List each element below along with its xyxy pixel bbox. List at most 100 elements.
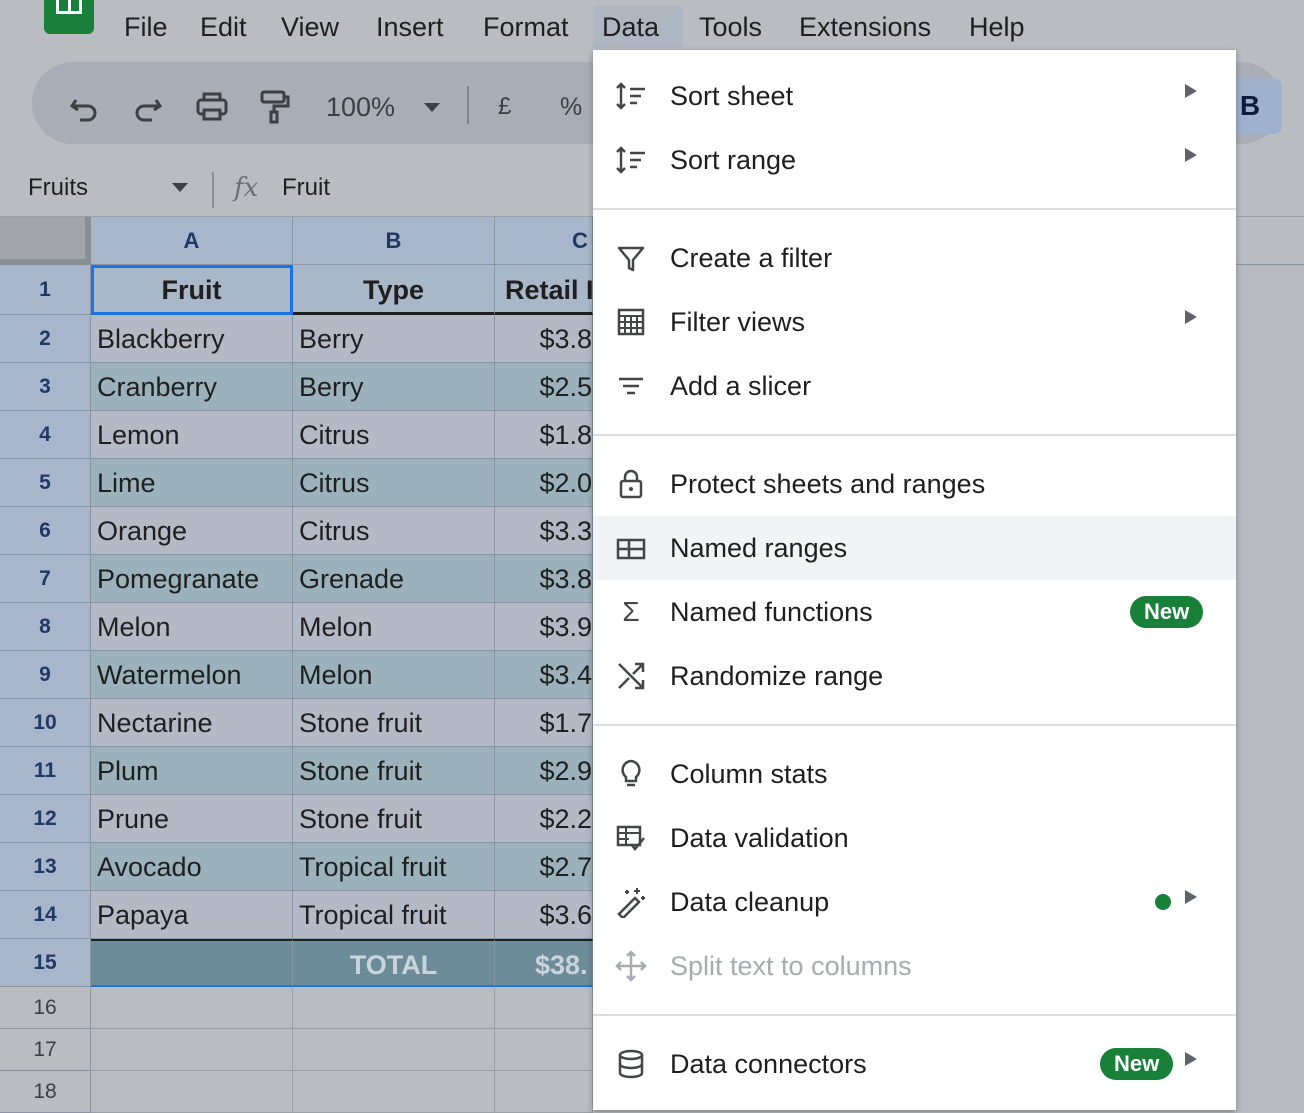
cell-a14[interactable]: Papaya [91,891,293,939]
cell-b5[interactable]: Citrus [293,459,495,507]
formula-input[interactable]: Fruit [282,172,330,204]
menu-item-sort-range[interactable]: Sort range [593,128,1236,192]
empty-cell[interactable] [293,1029,495,1071]
cell-a2[interactable]: Blackberry [91,315,293,363]
row-header[interactable]: 14 [0,891,91,939]
column-header-b[interactable]: B [293,217,495,265]
empty-cell[interactable] [495,1029,593,1071]
menu-data[interactable]: Data [593,6,683,48]
cell-c10[interactable]: $1.7 [495,699,593,747]
cell-b13[interactable]: Tropical fruit [293,843,495,891]
cell-c14[interactable]: $3.6 [495,891,593,939]
cell-b14[interactable]: Tropical fruit [293,891,495,939]
row-header[interactable]: 18 [0,1071,91,1113]
empty-cell[interactable] [293,1071,495,1113]
cell-b7[interactable]: Grenade [293,555,495,603]
row-header[interactable]: 9 [0,651,91,699]
cell-c13[interactable]: $2.7 [495,843,593,891]
cell-c12[interactable]: $2.2 [495,795,593,843]
row-header[interactable]: 1 [0,265,91,315]
cell-b9[interactable]: Melon [293,651,495,699]
cell-b4[interactable]: Citrus [293,411,495,459]
menu-extensions[interactable]: Extensions [790,6,940,48]
cell-a6[interactable]: Orange [91,507,293,555]
redo-icon[interactable] [128,86,168,126]
select-all-corner[interactable] [0,217,91,265]
cell-a8[interactable]: Melon [91,603,293,651]
row-header[interactable]: 10 [0,699,91,747]
row-header[interactable]: 17 [0,1029,91,1071]
cell-b12[interactable]: Stone fruit [293,795,495,843]
cell-b10[interactable]: Stone fruit [293,699,495,747]
menu-item-named-functions[interactable]: Σ Named functions New [593,580,1236,644]
column-header-blank[interactable] [1236,217,1304,265]
menu-item-named-ranges[interactable]: Named ranges [593,516,1236,580]
cell-c11[interactable]: $2.9 [495,747,593,795]
undo-icon[interactable] [64,86,104,126]
cell-c1[interactable]: Retail I [495,265,593,315]
cell-a4[interactable]: Lemon [91,411,293,459]
cell-c4[interactable]: $1.8 [495,411,593,459]
menu-item-sort-sheet[interactable]: Sort sheet [593,64,1236,128]
cell-a15[interactable] [91,939,293,987]
row-header[interactable]: 16 [0,987,91,1029]
cell-c9[interactable]: $3.4 [495,651,593,699]
menu-item-create-filter[interactable]: Create a filter [593,226,1236,290]
cell-b8[interactable]: Melon [293,603,495,651]
cell-a12[interactable]: Prune [91,795,293,843]
currency-format-button[interactable]: £ [498,88,511,126]
menu-tools[interactable]: Tools [690,6,771,48]
cell-c6[interactable]: $3.3 [495,507,593,555]
cell-a1[interactable]: Fruit [91,265,293,315]
menu-view[interactable]: View [272,6,348,48]
menu-item-data-validation[interactable]: Data validation [593,806,1236,870]
cell-b11[interactable]: Stone fruit [293,747,495,795]
empty-cell[interactable] [293,987,495,1029]
cell-b1[interactable]: Type [293,265,495,315]
cell-c2[interactable]: $3.8 [495,315,593,363]
cell-b15[interactable]: TOTAL [293,939,495,987]
menu-item-data-connectors[interactable]: Data connectors New [593,1032,1236,1096]
row-header[interactable]: 5 [0,459,91,507]
row-header[interactable]: 2 [0,315,91,363]
row-header[interactable]: 3 [0,363,91,411]
cell-b3[interactable]: Berry [293,363,495,411]
zoom-level[interactable]: 100% [326,88,395,126]
menu-item-filter-views[interactable]: Filter views [593,290,1236,354]
empty-cell[interactable] [495,1071,593,1113]
row-header[interactable]: 15 [0,939,91,987]
menu-insert[interactable]: Insert [367,6,453,48]
cell-a7[interactable]: Pomegranate [91,555,293,603]
cell-c8[interactable]: $3.9 [495,603,593,651]
row-header[interactable]: 13 [0,843,91,891]
menu-edit[interactable]: Edit [191,6,256,48]
empty-cell[interactable] [91,1071,293,1113]
menu-item-randomize-range[interactable]: Randomize range [593,644,1236,708]
menu-format[interactable]: Format [474,6,578,48]
row-header[interactable]: 4 [0,411,91,459]
cell-a13[interactable]: Avocado [91,843,293,891]
row-header[interactable]: 12 [0,795,91,843]
menu-item-add-slicer[interactable]: Add a slicer [593,354,1236,418]
cell-c7[interactable]: $3.8 [495,555,593,603]
name-box[interactable]: Fruits [28,172,88,204]
row-header[interactable]: 6 [0,507,91,555]
sheets-logo-icon[interactable] [44,0,94,34]
cell-b2[interactable]: Berry [293,315,495,363]
paint-format-icon[interactable] [254,86,294,126]
cell-a5[interactable]: Lime [91,459,293,507]
column-header-a[interactable]: A [91,217,293,265]
cell-c15[interactable]: $38. [495,939,593,987]
empty-cell[interactable] [91,1029,293,1071]
row-header[interactable]: 8 [0,603,91,651]
menu-item-column-stats[interactable]: Column stats [593,742,1236,806]
chevron-down-icon[interactable] [424,103,440,112]
column-header-c[interactable]: C [495,217,593,265]
name-box-dropdown-icon[interactable] [172,183,188,192]
menu-item-data-cleanup[interactable]: Data cleanup [593,870,1236,934]
menu-help[interactable]: Help [960,6,1034,48]
empty-cell[interactable] [495,987,593,1029]
print-icon[interactable] [192,86,232,126]
row-header[interactable]: 7 [0,555,91,603]
cell-a10[interactable]: Nectarine [91,699,293,747]
